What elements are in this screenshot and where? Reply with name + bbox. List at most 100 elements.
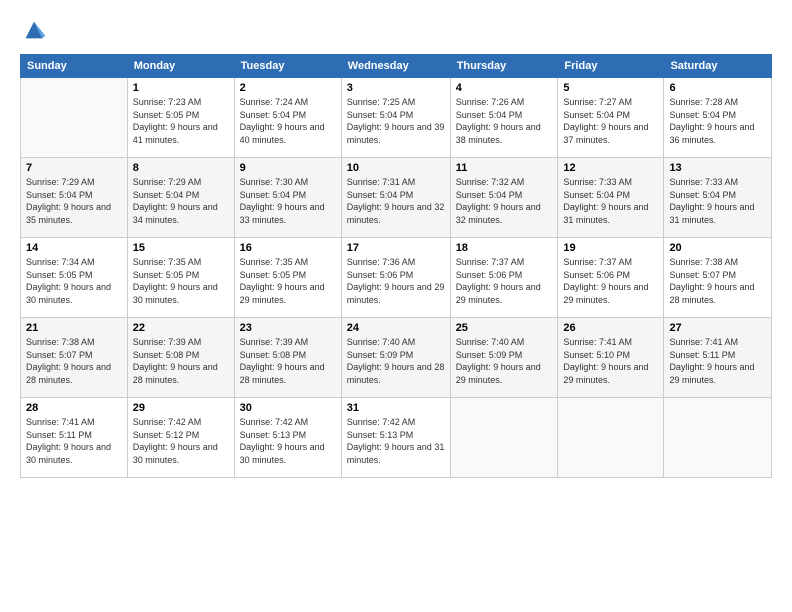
calendar-cell: 8 Sunrise: 7:29 AMSunset: 5:04 PMDayligh… — [127, 158, 234, 238]
day-info: Sunrise: 7:30 AMSunset: 5:04 PMDaylight:… — [240, 176, 336, 226]
calendar-cell: 10 Sunrise: 7:31 AMSunset: 5:04 PMDaylig… — [341, 158, 450, 238]
calendar-cell — [21, 78, 128, 158]
calendar-page: SundayMondayTuesdayWednesdayThursdayFrid… — [0, 0, 792, 612]
day-info: Sunrise: 7:37 AMSunset: 5:06 PMDaylight:… — [456, 256, 553, 306]
day-info: Sunrise: 7:42 AMSunset: 5:12 PMDaylight:… — [133, 416, 229, 466]
day-info: Sunrise: 7:29 AMSunset: 5:04 PMDaylight:… — [26, 176, 122, 226]
day-number: 31 — [347, 402, 445, 414]
day-number: 26 — [563, 322, 658, 334]
day-number: 24 — [347, 322, 445, 334]
calendar-cell: 4 Sunrise: 7:26 AMSunset: 5:04 PMDayligh… — [450, 78, 558, 158]
day-number: 10 — [347, 162, 445, 174]
calendar-cell: 28 Sunrise: 7:41 AMSunset: 5:11 PMDaylig… — [21, 398, 128, 478]
day-info: Sunrise: 7:40 AMSunset: 5:09 PMDaylight:… — [347, 336, 445, 386]
day-info: Sunrise: 7:34 AMSunset: 5:05 PMDaylight:… — [26, 256, 122, 306]
day-number: 30 — [240, 402, 336, 414]
day-number: 9 — [240, 162, 336, 174]
calendar-cell: 9 Sunrise: 7:30 AMSunset: 5:04 PMDayligh… — [234, 158, 341, 238]
day-number: 1 — [133, 82, 229, 94]
logo — [20, 16, 50, 44]
calendar-cell: 29 Sunrise: 7:42 AMSunset: 5:12 PMDaylig… — [127, 398, 234, 478]
calendar-cell: 22 Sunrise: 7:39 AMSunset: 5:08 PMDaylig… — [127, 318, 234, 398]
day-number: 2 — [240, 82, 336, 94]
day-number: 15 — [133, 242, 229, 254]
day-info: Sunrise: 7:37 AMSunset: 5:06 PMDaylight:… — [563, 256, 658, 306]
day-number: 4 — [456, 82, 553, 94]
day-info: Sunrise: 7:32 AMSunset: 5:04 PMDaylight:… — [456, 176, 553, 226]
day-info: Sunrise: 7:26 AMSunset: 5:04 PMDaylight:… — [456, 96, 553, 146]
day-header-thursday: Thursday — [450, 55, 558, 78]
calendar-cell — [450, 398, 558, 478]
day-info: Sunrise: 7:39 AMSunset: 5:08 PMDaylight:… — [133, 336, 229, 386]
day-info: Sunrise: 7:41 AMSunset: 5:10 PMDaylight:… — [563, 336, 658, 386]
day-info: Sunrise: 7:35 AMSunset: 5:05 PMDaylight:… — [240, 256, 336, 306]
day-number: 3 — [347, 82, 445, 94]
header — [20, 16, 772, 44]
day-number: 27 — [669, 322, 766, 334]
day-header-friday: Friday — [558, 55, 664, 78]
day-number: 7 — [26, 162, 122, 174]
calendar-cell: 31 Sunrise: 7:42 AMSunset: 5:13 PMDaylig… — [341, 398, 450, 478]
day-number: 21 — [26, 322, 122, 334]
day-number: 17 — [347, 242, 445, 254]
calendar-cell: 24 Sunrise: 7:40 AMSunset: 5:09 PMDaylig… — [341, 318, 450, 398]
day-number: 5 — [563, 82, 658, 94]
calendar-cell: 19 Sunrise: 7:37 AMSunset: 5:06 PMDaylig… — [558, 238, 664, 318]
calendar-week-row: 14 Sunrise: 7:34 AMSunset: 5:05 PMDaylig… — [21, 238, 772, 318]
day-info: Sunrise: 7:33 AMSunset: 5:04 PMDaylight:… — [563, 176, 658, 226]
calendar-cell: 11 Sunrise: 7:32 AMSunset: 5:04 PMDaylig… — [450, 158, 558, 238]
calendar-week-row: 21 Sunrise: 7:38 AMSunset: 5:07 PMDaylig… — [21, 318, 772, 398]
calendar-cell: 25 Sunrise: 7:40 AMSunset: 5:09 PMDaylig… — [450, 318, 558, 398]
calendar-cell: 14 Sunrise: 7:34 AMSunset: 5:05 PMDaylig… — [21, 238, 128, 318]
calendar-cell — [558, 398, 664, 478]
day-header-sunday: Sunday — [21, 55, 128, 78]
day-number: 8 — [133, 162, 229, 174]
calendar-table: SundayMondayTuesdayWednesdayThursdayFrid… — [20, 54, 772, 478]
day-info: Sunrise: 7:31 AMSunset: 5:04 PMDaylight:… — [347, 176, 445, 226]
day-info: Sunrise: 7:24 AMSunset: 5:04 PMDaylight:… — [240, 96, 336, 146]
day-number: 20 — [669, 242, 766, 254]
calendar-cell: 2 Sunrise: 7:24 AMSunset: 5:04 PMDayligh… — [234, 78, 341, 158]
day-info: Sunrise: 7:41 AMSunset: 5:11 PMDaylight:… — [26, 416, 122, 466]
day-number: 29 — [133, 402, 229, 414]
day-number: 16 — [240, 242, 336, 254]
day-number: 14 — [26, 242, 122, 254]
day-info: Sunrise: 7:42 AMSunset: 5:13 PMDaylight:… — [347, 416, 445, 466]
day-number: 28 — [26, 402, 122, 414]
day-info: Sunrise: 7:25 AMSunset: 5:04 PMDaylight:… — [347, 96, 445, 146]
day-info: Sunrise: 7:27 AMSunset: 5:04 PMDaylight:… — [563, 96, 658, 146]
day-header-monday: Monday — [127, 55, 234, 78]
day-number: 23 — [240, 322, 336, 334]
day-info: Sunrise: 7:41 AMSunset: 5:11 PMDaylight:… — [669, 336, 766, 386]
calendar-cell: 18 Sunrise: 7:37 AMSunset: 5:06 PMDaylig… — [450, 238, 558, 318]
day-number: 6 — [669, 82, 766, 94]
day-info: Sunrise: 7:36 AMSunset: 5:06 PMDaylight:… — [347, 256, 445, 306]
day-info: Sunrise: 7:29 AMSunset: 5:04 PMDaylight:… — [133, 176, 229, 226]
calendar-cell: 15 Sunrise: 7:35 AMSunset: 5:05 PMDaylig… — [127, 238, 234, 318]
calendar-cell: 17 Sunrise: 7:36 AMSunset: 5:06 PMDaylig… — [341, 238, 450, 318]
calendar-cell: 20 Sunrise: 7:38 AMSunset: 5:07 PMDaylig… — [664, 238, 772, 318]
calendar-cell: 16 Sunrise: 7:35 AMSunset: 5:05 PMDaylig… — [234, 238, 341, 318]
calendar-cell: 12 Sunrise: 7:33 AMSunset: 5:04 PMDaylig… — [558, 158, 664, 238]
day-info: Sunrise: 7:39 AMSunset: 5:08 PMDaylight:… — [240, 336, 336, 386]
calendar-cell: 6 Sunrise: 7:28 AMSunset: 5:04 PMDayligh… — [664, 78, 772, 158]
calendar-cell — [664, 398, 772, 478]
day-info: Sunrise: 7:33 AMSunset: 5:04 PMDaylight:… — [669, 176, 766, 226]
day-info: Sunrise: 7:38 AMSunset: 5:07 PMDaylight:… — [26, 336, 122, 386]
day-number: 22 — [133, 322, 229, 334]
calendar-cell: 27 Sunrise: 7:41 AMSunset: 5:11 PMDaylig… — [664, 318, 772, 398]
calendar-cell: 13 Sunrise: 7:33 AMSunset: 5:04 PMDaylig… — [664, 158, 772, 238]
day-info: Sunrise: 7:40 AMSunset: 5:09 PMDaylight:… — [456, 336, 553, 386]
calendar-header-row: SundayMondayTuesdayWednesdayThursdayFrid… — [21, 55, 772, 78]
day-number: 25 — [456, 322, 553, 334]
day-info: Sunrise: 7:35 AMSunset: 5:05 PMDaylight:… — [133, 256, 229, 306]
day-number: 18 — [456, 242, 553, 254]
day-info: Sunrise: 7:42 AMSunset: 5:13 PMDaylight:… — [240, 416, 336, 466]
calendar-week-row: 7 Sunrise: 7:29 AMSunset: 5:04 PMDayligh… — [21, 158, 772, 238]
calendar-cell: 3 Sunrise: 7:25 AMSunset: 5:04 PMDayligh… — [341, 78, 450, 158]
calendar-cell: 1 Sunrise: 7:23 AMSunset: 5:05 PMDayligh… — [127, 78, 234, 158]
calendar-week-row: 1 Sunrise: 7:23 AMSunset: 5:05 PMDayligh… — [21, 78, 772, 158]
day-number: 13 — [669, 162, 766, 174]
day-number: 11 — [456, 162, 553, 174]
day-header-wednesday: Wednesday — [341, 55, 450, 78]
